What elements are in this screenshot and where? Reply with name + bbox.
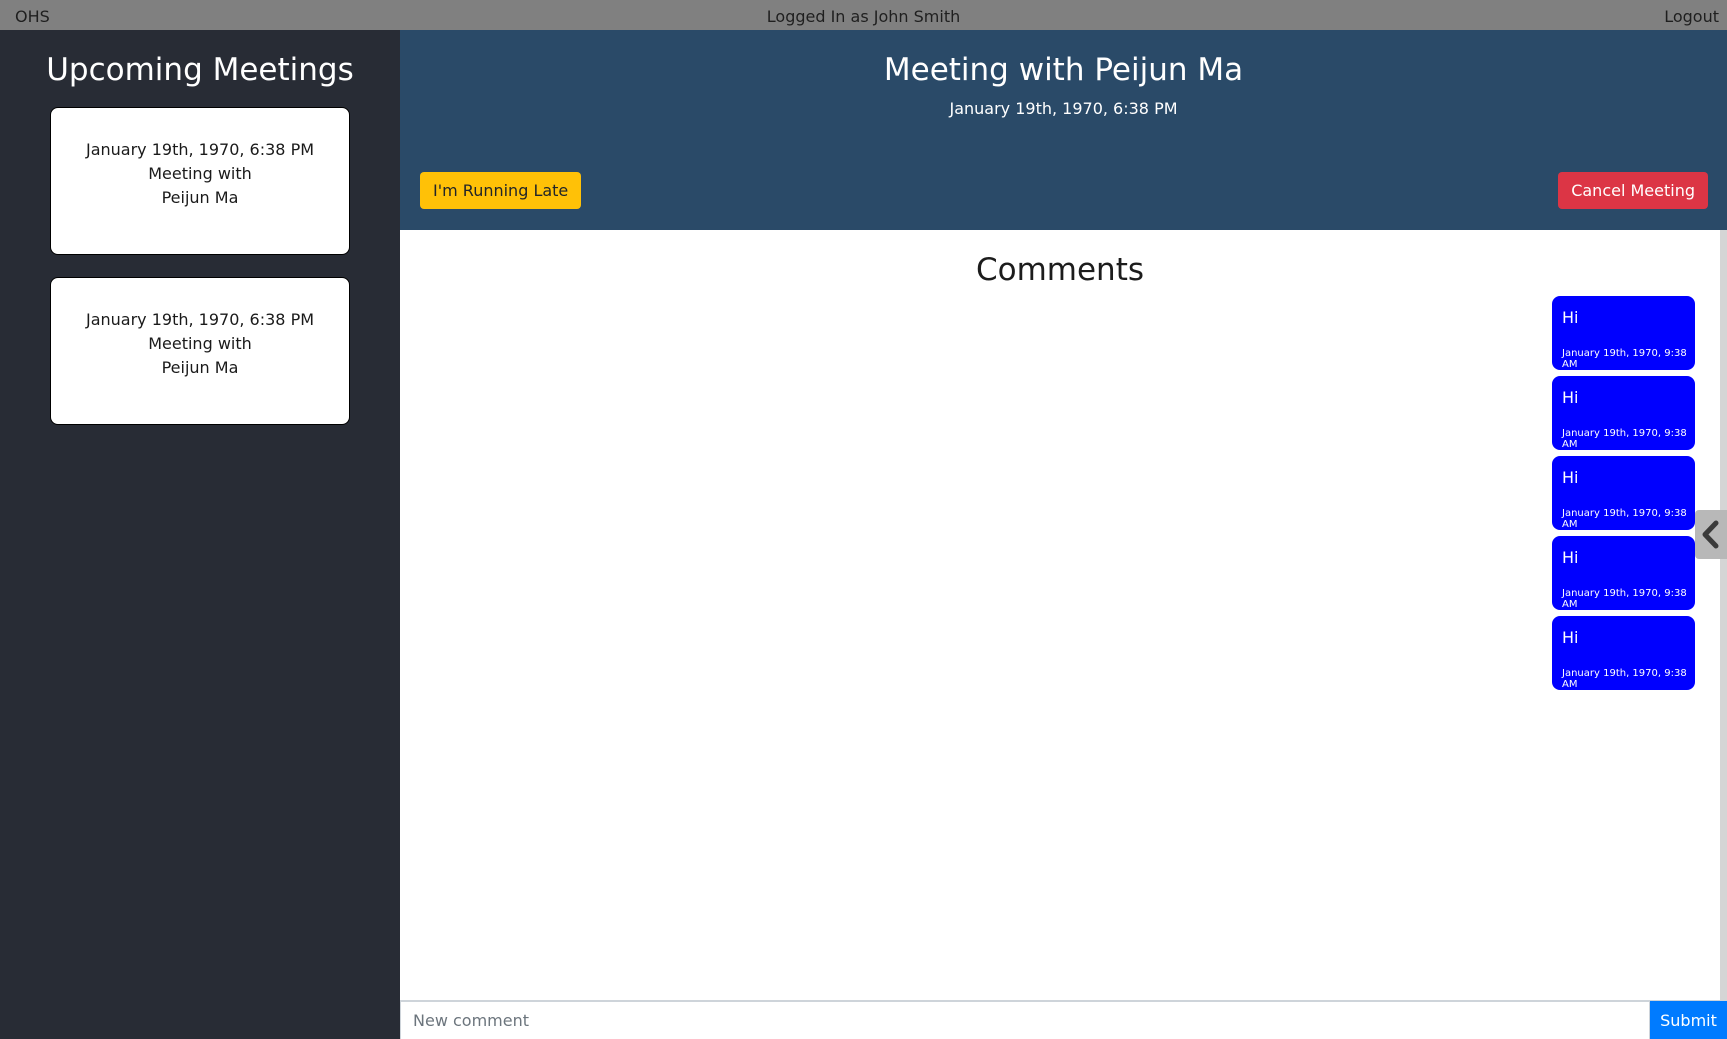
comment-text: Hi	[1562, 548, 1579, 567]
comment-text: Hi	[1562, 468, 1579, 487]
comment-bubble: Hi January 19th, 1970, 9:38 AM	[1552, 456, 1695, 530]
comment-form: Submit	[400, 1000, 1727, 1039]
chevron-left-icon	[1702, 520, 1719, 549]
meeting-card-label: Meeting with	[148, 334, 252, 353]
running-late-button[interactable]: I'm Running Late	[420, 172, 582, 209]
comment-bubble: Hi January 19th, 1970, 9:38 AM	[1552, 296, 1695, 370]
comment-text: Hi	[1562, 628, 1579, 647]
comment-text: Hi	[1562, 388, 1579, 407]
meeting-card-date: January 19th, 1970, 6:38 PM	[85, 140, 315, 159]
comment-bubble: Hi January 19th, 1970, 9:38 AM	[1552, 616, 1695, 690]
meeting-date: January 19th, 1970, 6:38 PM	[949, 99, 1178, 118]
comment-time: January 19th, 1970, 9:38 AM	[1562, 508, 1687, 530]
comments-scrollbar[interactable]	[1720, 230, 1727, 1000]
sidebar: Upcoming Meetings January 19th, 1970, 6:…	[0, 30, 400, 1039]
new-comment-input[interactable]	[400, 1001, 1650, 1039]
logged-in-user: Logged In as John Smith	[766, 7, 961, 26]
brand-logo[interactable]: OHS	[15, 7, 50, 26]
comment-time: January 19th, 1970, 9:38 AM	[1562, 668, 1687, 690]
comment-time: January 19th, 1970, 9:38 AM	[1562, 348, 1687, 370]
meeting-card[interactable]: January 19th, 1970, 6:38 PM Meeting with…	[50, 107, 350, 255]
meeting-card-date: January 19th, 1970, 6:38 PM	[85, 310, 315, 329]
top-bar: OHS Logged In as John Smith Logout	[0, 0, 1727, 30]
meeting-header: Meeting with Peijun Ma January 19th, 197…	[400, 30, 1727, 230]
meeting-card-name: Peijun Ma	[161, 358, 239, 377]
comment-time: January 19th, 1970, 9:38 AM	[1562, 428, 1687, 450]
cancel-meeting-button[interactable]: Cancel Meeting	[1558, 172, 1708, 209]
meeting-card[interactable]: January 19th, 1970, 6:38 PM Meeting with…	[50, 277, 350, 425]
comment-bubble: Hi January 19th, 1970, 9:38 AM	[1552, 376, 1695, 450]
comments-panel[interactable]: Comments Hi January 19th, 1970, 9:38 AM …	[400, 230, 1720, 1000]
meeting-card-name: Peijun Ma	[161, 188, 239, 207]
meeting-card-label: Meeting with	[148, 164, 252, 183]
sidebar-title: Upcoming Meetings	[46, 52, 354, 88]
submit-button[interactable]: Submit	[1650, 1001, 1727, 1039]
comment-text: Hi	[1562, 308, 1579, 327]
comment-time: January 19th, 1970, 9:38 AM	[1562, 588, 1687, 610]
logout-link[interactable]: Logout	[1664, 7, 1719, 26]
meeting-title: Meeting with Peijun Ma	[883, 52, 1244, 88]
comments-title: Comments	[975, 252, 1145, 288]
collapse-toggle[interactable]	[1695, 510, 1727, 559]
comment-bubble: Hi January 19th, 1970, 9:38 AM	[1552, 536, 1695, 610]
